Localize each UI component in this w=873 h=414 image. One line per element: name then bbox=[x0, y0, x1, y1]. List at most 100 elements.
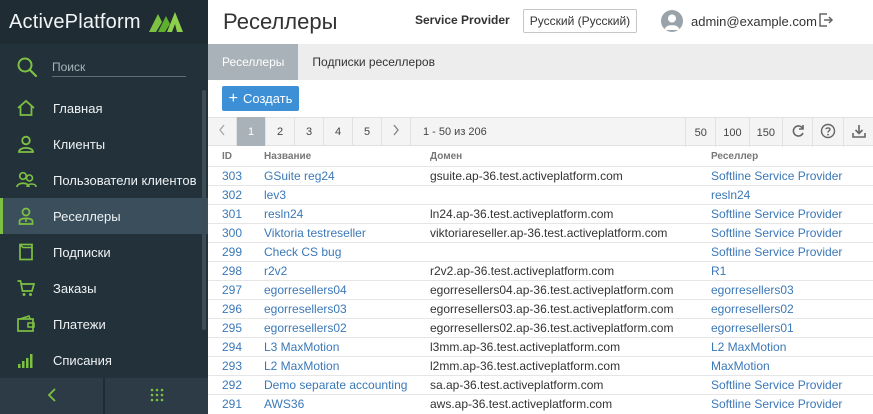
cell-name[interactable]: egorresellers03 bbox=[250, 298, 416, 318]
column-header-domain[interactable]: Домен bbox=[416, 147, 697, 166]
cell-reseller[interactable]: L2 MaxMotion bbox=[697, 336, 873, 356]
cell-id[interactable]: 300 bbox=[208, 222, 250, 242]
sidebar-item-home[interactable]: Главная bbox=[0, 90, 208, 126]
page-size-50[interactable]: 50 bbox=[685, 118, 715, 147]
table-row[interactable]: 295 egorresellers02 egorresellers02.ap-36.… bbox=[208, 317, 873, 337]
cell-reseller[interactable]: Softline Service Provider bbox=[697, 393, 873, 413]
cell-name[interactable]: lev3 bbox=[250, 184, 416, 204]
cell-reseller[interactable]: Softline Service Provider bbox=[697, 241, 873, 261]
cell-reseller[interactable]: Softline Service Provider bbox=[697, 165, 873, 185]
sidebar-item-writeoffs[interactable]: Списания bbox=[0, 342, 208, 378]
prev-page-button[interactable] bbox=[208, 117, 237, 146]
column-header-name[interactable]: Название bbox=[250, 147, 416, 166]
cell-id[interactable]: 293 bbox=[208, 355, 250, 375]
cell-name[interactable]: egorresellers04 bbox=[250, 279, 416, 299]
table-row[interactable]: 297 egorresellers04 egorresellers04.ap-36.… bbox=[208, 279, 873, 299]
sidebar-item-label: Реселлеры bbox=[53, 208, 121, 224]
sidebar-scrollbar[interactable] bbox=[202, 90, 206, 330]
cell-name[interactable]: L3 MaxMotion bbox=[250, 336, 416, 356]
cell-id[interactable]: 303 bbox=[208, 165, 250, 185]
cell-name[interactable]: r2v2 bbox=[250, 260, 416, 280]
cell-id[interactable]: 297 bbox=[208, 279, 250, 299]
cell-reseller[interactable]: Softline Service Provider bbox=[697, 203, 873, 223]
table-row[interactable]: 293 L2 MaxMotion l2mm.ap-36.test.activepla… bbox=[208, 355, 873, 375]
create-button[interactable]: + Создать bbox=[222, 86, 299, 111]
cell-domain: gsuite.ap-36.test.activeplatform.com bbox=[416, 165, 697, 185]
apps-button[interactable] bbox=[105, 378, 208, 414]
next-page-button[interactable] bbox=[382, 117, 411, 146]
sidebar-item-clients[interactable]: Клиенты bbox=[0, 126, 208, 162]
avatar[interactable] bbox=[661, 10, 683, 32]
chevron-left-icon bbox=[218, 124, 226, 139]
table-row[interactable]: 300 Viktoria testreseller viktoriareseller… bbox=[208, 222, 873, 242]
page-button-3[interactable]: 3 bbox=[295, 117, 324, 146]
cell-id[interactable]: 302 bbox=[208, 184, 250, 204]
page-button-4[interactable]: 4 bbox=[324, 117, 353, 146]
cell-id[interactable]: 296 bbox=[208, 298, 250, 318]
cell-reseller[interactable]: egorresellers02 bbox=[697, 298, 873, 318]
page-size-100[interactable]: 100 bbox=[715, 118, 748, 147]
sidebar-item-resellers[interactable]: Реселлеры bbox=[0, 198, 208, 234]
cell-name[interactable]: egorresellers02 bbox=[250, 317, 416, 337]
column-header-id[interactable]: ID bbox=[208, 147, 250, 166]
cell-reseller[interactable]: egorresellers03 bbox=[697, 279, 873, 299]
users-icon bbox=[14, 168, 38, 192]
cell-name[interactable]: AWS36 bbox=[250, 393, 416, 413]
cell-reseller[interactable]: resln24 bbox=[697, 184, 873, 204]
cell-reseller[interactable]: Softline Service Provider bbox=[697, 222, 873, 242]
cell-name[interactable]: resln24 bbox=[250, 203, 416, 223]
user-email[interactable]: admin@example.com bbox=[691, 14, 817, 29]
cell-id[interactable]: 291 bbox=[208, 393, 250, 413]
sidebar-item-client-users[interactable]: Пользователи клиентов bbox=[0, 162, 208, 198]
table-row[interactable]: 299 Check CS bug Softline Service Provider bbox=[208, 241, 873, 261]
cell-reseller[interactable]: Softline Service Provider bbox=[697, 374, 873, 394]
table-row[interactable]: 298 r2v2 r2v2.ap-36.test.activeplatform.co… bbox=[208, 260, 873, 280]
logo[interactable]: ActivePlatform bbox=[0, 0, 208, 44]
page-button-2[interactable]: 2 bbox=[266, 117, 295, 146]
sidebar-item-subscriptions[interactable]: Подписки bbox=[0, 234, 208, 270]
collapse-sidebar-button[interactable] bbox=[0, 378, 105, 414]
language-select[interactable]: Русский (Русский) bbox=[523, 9, 637, 33]
page-button-5[interactable]: 5 bbox=[353, 117, 382, 146]
search-icon[interactable] bbox=[16, 56, 38, 78]
table-row[interactable]: 301 resln24 ln24.ap-36.test.activeplatform… bbox=[208, 203, 873, 223]
header: Реселлеры Service Provider Русский (Русс… bbox=[208, 0, 873, 44]
cell-name[interactable]: L2 MaxMotion bbox=[250, 355, 416, 375]
tab-resellers[interactable]: Реселлеры bbox=[208, 44, 299, 80]
cell-id[interactable]: 292 bbox=[208, 374, 250, 394]
cell-name[interactable]: Viktoria testreseller bbox=[250, 222, 416, 242]
cell-name[interactable]: Check CS bug bbox=[250, 241, 416, 261]
sidebar-item-payments[interactable]: Платежи bbox=[0, 306, 208, 342]
cell-id[interactable]: 301 bbox=[208, 203, 250, 223]
logo-mark-icon bbox=[148, 10, 183, 35]
page-size-150[interactable]: 150 bbox=[748, 118, 782, 147]
cell-id[interactable]: 295 bbox=[208, 317, 250, 337]
table-row[interactable]: 303 GSuite reg24 gsuite.ap-36.test.activep… bbox=[208, 165, 873, 185]
logout-icon[interactable] bbox=[818, 12, 834, 31]
search-input[interactable] bbox=[52, 57, 186, 77]
wallet-icon bbox=[14, 312, 38, 336]
sidebar-item-orders[interactable]: Заказы bbox=[0, 270, 208, 306]
cell-reseller[interactable]: R1 bbox=[697, 260, 873, 280]
table-row[interactable]: 291 AWS36 aws.ap-36.test.activeplatform.co… bbox=[208, 393, 873, 413]
cell-name[interactable]: Demo separate accounting bbox=[250, 374, 416, 394]
cell-name[interactable]: GSuite reg24 bbox=[250, 165, 416, 185]
refresh-button[interactable] bbox=[782, 118, 812, 147]
table-row[interactable]: 296 egorresellers03 egorresellers03.ap-36.… bbox=[208, 298, 873, 318]
page-button-1[interactable]: 1 bbox=[237, 117, 266, 146]
table-row[interactable]: 292 Demo separate accounting sa.ap-36.test… bbox=[208, 374, 873, 394]
cell-id[interactable]: 294 bbox=[208, 336, 250, 356]
export-button[interactable] bbox=[843, 118, 873, 147]
tab-reseller-subscriptions[interactable]: Подписки реселлеров bbox=[298, 44, 449, 80]
cell-domain: egorresellers02.ap-36.test.activeplatfor… bbox=[416, 317, 697, 337]
cell-domain bbox=[416, 184, 697, 204]
table-row[interactable]: 294 L3 MaxMotion l3mm.ap-36.test.activepla… bbox=[208, 336, 873, 356]
cell-reseller[interactable]: MaxMotion bbox=[697, 355, 873, 375]
help-button[interactable] bbox=[812, 118, 843, 147]
cell-id[interactable]: 299 bbox=[208, 241, 250, 261]
cell-reseller[interactable]: egorresellers01 bbox=[697, 317, 873, 337]
cell-id[interactable]: 298 bbox=[208, 260, 250, 280]
column-header-reseller[interactable]: Реселлер bbox=[697, 147, 873, 166]
table-row[interactable]: 302 lev3 resln24 bbox=[208, 184, 873, 204]
cell-domain: l2mm.ap-36.test.activeplatform.com bbox=[416, 355, 697, 375]
